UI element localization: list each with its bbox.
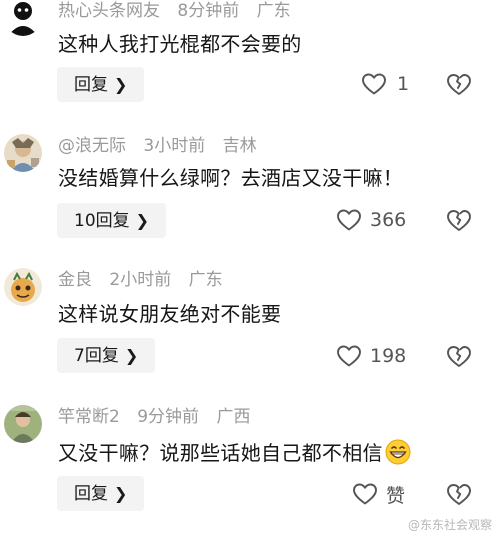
like-button[interactable]: 366 — [336, 205, 406, 235]
username[interactable]: @浪无际 — [58, 136, 126, 156]
broken-heart-icon[interactable] — [446, 481, 472, 507]
like-button[interactable]: 1 — [361, 69, 409, 99]
chevron-right-icon: ❯ — [114, 484, 128, 503]
avatar[interactable] — [4, 268, 42, 306]
reply-label: 7回复 — [74, 346, 119, 366]
chevron-right-icon: ❯ — [124, 346, 139, 365]
comment-location: 广东 — [256, 1, 291, 21]
broken-heart-icon[interactable] — [446, 343, 472, 369]
comment-text: 这种人我打光棍都不会要的 — [58, 32, 302, 56]
reply-label: 回复 — [74, 484, 108, 504]
comment-item: @浪无际 3小时前 吉林 没结婚算什么绿啊？去酒店又没干嘛！ 10回复 ❯ 366 — [0, 132, 500, 264]
reply-label: 10回复 — [74, 211, 130, 231]
heart-outline-icon — [337, 345, 361, 367]
avatar[interactable] — [4, 0, 42, 36]
comment-item: 竿常断2 9分钟前 广西 又没干嘛？说那些话她自己都不相信 回复 ❯ 赞 — [0, 402, 500, 534]
comment-location: 广西 — [216, 407, 251, 427]
reply-button[interactable]: 7回复 ❯ — [57, 338, 156, 373]
like-count: 198 — [370, 345, 407, 367]
like-count: 1 — [397, 73, 410, 95]
comment-item: 金良 2小时前 广东 这样说女朋友绝对不能要 7回复 ❯ 198 — [0, 266, 500, 398]
avatar[interactable] — [4, 134, 42, 172]
reply-label: 回复 — [74, 75, 108, 95]
broken-heart-icon[interactable] — [446, 71, 472, 97]
comment-time: 2小时前 — [109, 270, 172, 290]
comment-item: 热心头条网友 8分钟前 广东 这种人我打光棍都不会要的 回复 ❯ 1 — [0, 0, 500, 132]
heart-outline-icon — [337, 209, 361, 231]
comment-text: 又没干嘛？说那些话她自己都不相信 — [58, 439, 411, 466]
comment-time: 8分钟前 — [177, 1, 240, 21]
reply-button[interactable]: 回复 ❯ — [57, 67, 145, 102]
like-count: 赞 — [386, 484, 406, 507]
like-button[interactable]: 198 — [336, 341, 406, 371]
comment-text-body: 又没干嘛？说那些话她自己都不相信 — [58, 441, 383, 465]
username[interactable]: 热心头条网友 — [58, 1, 160, 21]
username[interactable]: 金良 — [58, 270, 92, 290]
like-button[interactable]: 赞 — [352, 479, 405, 509]
grinning-face-emoji-icon — [385, 439, 411, 465]
like-count: 366 — [370, 209, 407, 231]
comment-location: 广东 — [188, 270, 223, 290]
avatar[interactable] — [4, 405, 42, 443]
comment-meta: @浪无际 3小时前 吉林 — [58, 136, 257, 156]
chevron-right-icon: ❯ — [114, 75, 128, 94]
broken-heart-icon[interactable] — [446, 207, 472, 233]
heart-outline-icon — [353, 483, 377, 505]
comment-time: 3小时前 — [143, 136, 206, 156]
comment-meta: 金良 2小时前 广东 — [58, 270, 223, 290]
heart-outline-icon — [362, 73, 386, 95]
reply-button[interactable]: 回复 ❯ — [57, 476, 145, 511]
comment-text: 这样说女朋友绝对不能要 — [58, 302, 282, 326]
comment-meta: 竿常断2 9分钟前 广西 — [58, 407, 250, 427]
username[interactable]: 竿常断2 — [58, 407, 120, 427]
comment-text: 没结婚算什么绿啊？去酒店又没干嘛！ — [58, 166, 404, 190]
watermark: @东东社会观察 — [407, 518, 492, 532]
chevron-right-icon: ❯ — [135, 211, 150, 230]
comment-location: 吉林 — [222, 136, 257, 156]
comment-time: 9分钟前 — [137, 407, 200, 427]
comment-meta: 热心头条网友 8分钟前 广东 — [58, 1, 291, 21]
reply-button[interactable]: 10回复 ❯ — [57, 203, 167, 238]
